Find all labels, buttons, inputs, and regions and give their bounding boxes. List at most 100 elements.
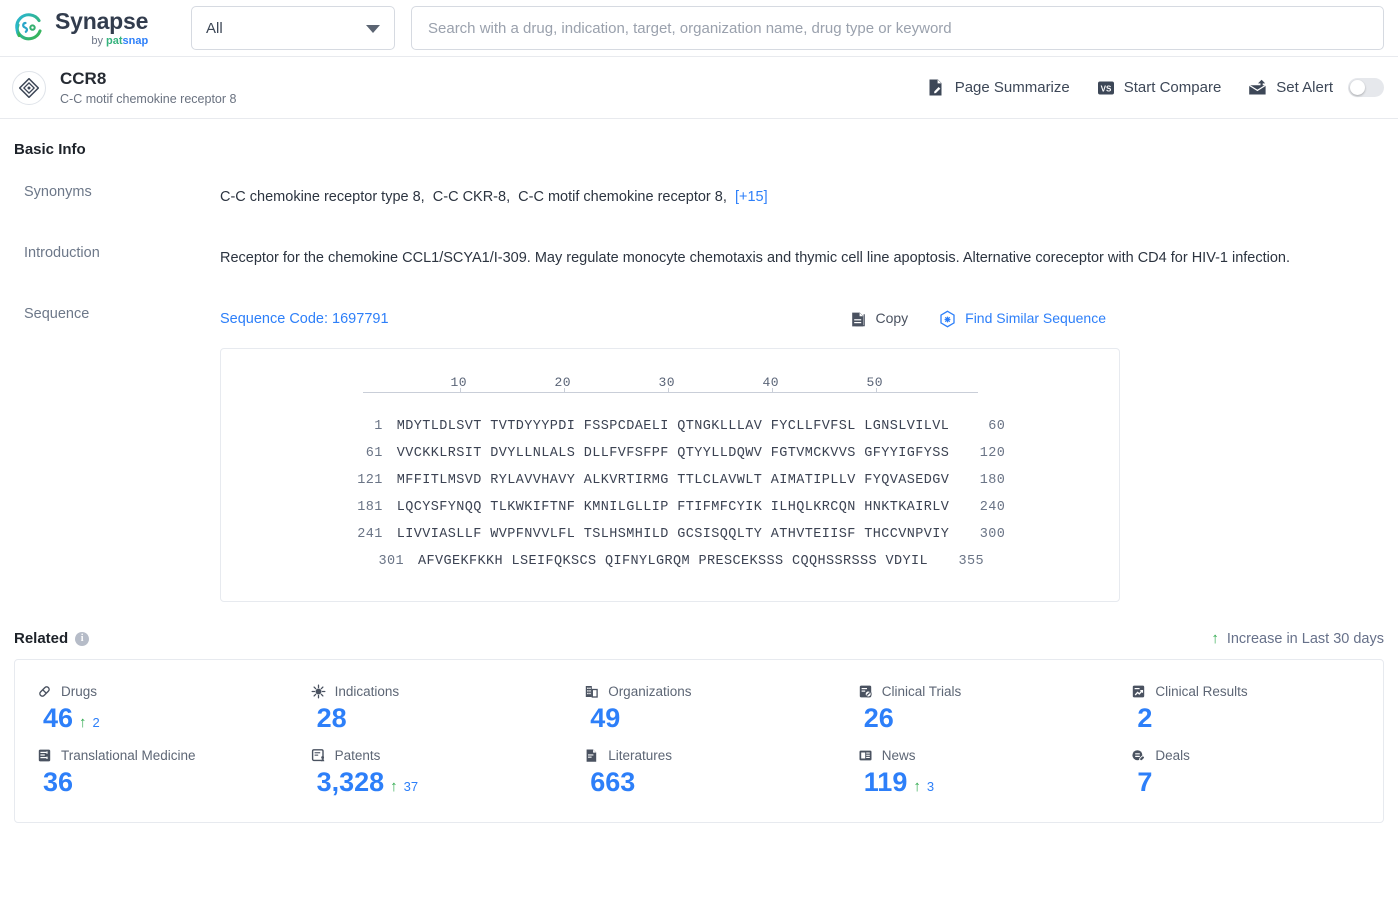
- related-item-news[interactable]: News 119 ↑ 3: [836, 742, 1110, 806]
- copy-button[interactable]: Copy: [850, 306, 908, 332]
- introduction-row: Introduction Receptor for the chemokine …: [14, 245, 1384, 272]
- search-scope-select[interactable]: All: [191, 6, 395, 50]
- related-item-header: Patents: [311, 748, 563, 763]
- entity-description: C-C motif chemokine receptor 8: [60, 92, 237, 107]
- related-card: Drugs 46 ↑ 2 Indications 28 Organization…: [14, 659, 1384, 824]
- related-item-value-wrap: 46 ↑ 2: [37, 703, 289, 734]
- related-item-header: Clinical Results: [1131, 684, 1383, 699]
- related-item-header: Deals: [1131, 748, 1383, 763]
- ruler-numbers: 10 20 30 40 50: [363, 371, 978, 390]
- sequence-end-index: 60: [988, 419, 1006, 435]
- related-item-delta: 3: [926, 779, 935, 795]
- info-icon[interactable]: i: [75, 631, 90, 646]
- related-item-label: Clinical Trials: [881, 684, 962, 700]
- related-item-label: Clinical Results: [1155, 684, 1248, 700]
- svg-text:VS: VS: [1100, 84, 1111, 93]
- synonym-item: C-C chemokine receptor type 8: [220, 189, 421, 205]
- related-item-label: Translational Medicine: [61, 748, 196, 764]
- related-item-organizations[interactable]: Organizations 49: [562, 678, 836, 742]
- related-item-value: 36: [43, 767, 74, 798]
- page-summarize-button[interactable]: Page Summarize: [927, 78, 1070, 97]
- translational-icon: [37, 748, 52, 763]
- related-item-value: 46: [43, 703, 74, 734]
- search-box[interactable]: [411, 6, 1384, 50]
- related-item-delta: 2: [92, 715, 100, 731]
- related-item-translational-medicine[interactable]: Translational Medicine 36: [15, 742, 289, 806]
- related-legend: ↑ Increase in Last 30 days: [1211, 631, 1384, 647]
- arrow-up-icon: ↑: [913, 778, 921, 796]
- related-item-indications[interactable]: Indications 28: [289, 678, 563, 742]
- clinical-result-icon: [1131, 684, 1146, 699]
- sequence-ruler: 10 20 30 40 50: [221, 371, 1119, 394]
- search-input[interactable]: [426, 7, 1369, 49]
- set-alert-button[interactable]: Set Alert: [1248, 78, 1384, 97]
- related-item-header: News: [858, 748, 1110, 763]
- start-compare-label: Start Compare: [1123, 79, 1222, 96]
- sequence-end-index: 180: [979, 473, 1006, 489]
- capsule-icon: [37, 684, 52, 699]
- related-item-label: Indications: [334, 684, 400, 700]
- related-item-label: News: [881, 748, 916, 764]
- brand-logo[interactable]: Synapse by patsnap: [0, 7, 180, 47]
- related-item-clinical-results[interactable]: Clinical Results 2: [1109, 678, 1383, 742]
- related-item-value-wrap: 2: [1131, 703, 1383, 734]
- sequence-residues: VVCKKLRSIT DVYLLNLALS DLLFVFSFPF QTYYLLD…: [396, 446, 950, 462]
- related-item-value-wrap: 49: [584, 703, 836, 734]
- sequence-line: 181 LQCYSFYNQQ TLKWKIFTNF KMNILGLLIP FTI…: [221, 494, 1119, 521]
- related-grid: Drugs 46 ↑ 2 Indications 28 Organization…: [15, 678, 1383, 806]
- sequence-residues: LQCYSFYNQQ TLKWKIFTNF KMNILGLLIP FTIFMFC…: [396, 500, 950, 516]
- sequence-row: Sequence Sequence Code: 1697791 Copy Fin…: [14, 306, 1384, 603]
- copy-icon: [850, 311, 867, 328]
- sequence-residues: MDYTLDLSVT TVTDYYYPDI FSSPCDAELI QTNGKLL…: [396, 419, 950, 435]
- related-item-patents[interactable]: Patents 3,328 ↑ 37: [289, 742, 563, 806]
- related-item-value-wrap: 663: [584, 767, 836, 798]
- alert-mail-icon: [1248, 79, 1267, 96]
- chevron-down-icon: [366, 25, 380, 33]
- page-summarize-icon: [927, 78, 946, 97]
- set-alert-label: Set Alert: [1276, 79, 1333, 96]
- related-item-deals[interactable]: Deals 7: [1109, 742, 1383, 806]
- brand-tagline: by patsnap: [91, 34, 149, 47]
- sequence-start-index: 241: [357, 527, 383, 543]
- target-icon: [12, 70, 46, 105]
- find-similar-sequence-button[interactable]: Find Similar Sequence: [938, 306, 1106, 332]
- related-item-header: Drugs: [37, 684, 289, 699]
- related-item-delta: 37: [403, 779, 419, 795]
- related-item-value: 663: [590, 767, 636, 798]
- related-item-clinical-trials[interactable]: Clinical Trials 26: [836, 678, 1110, 742]
- related-item-value: 49: [590, 703, 621, 734]
- synonym-item: C-C CKR-8: [432, 189, 507, 205]
- main-content: Basic Info Synonyms C-C chemokine recept…: [0, 141, 1398, 824]
- brand-name: Synapse: [55, 7, 149, 34]
- sequence-line: 61 VVCKKLRSIT DVYLLNLALS DLLFVFSFPF QTYY…: [221, 440, 1119, 467]
- related-item-label: Deals: [1155, 748, 1190, 764]
- related-header: Related i ↑ Increase in Last 30 days: [14, 630, 1384, 647]
- start-compare-button[interactable]: VS Start Compare: [1097, 79, 1222, 97]
- sequence-tools: Copy Find Similar Sequence: [850, 306, 1384, 332]
- basic-info-title: Basic Info: [14, 141, 1384, 158]
- sequence-line: 241 LIVVIASLLF WVPFNVVLFL TSLHSMHILD GCS…: [221, 521, 1119, 548]
- sequence-line: 301 AFVGEKFKKH LSEIFQKSCS QIFNYLGRQM PRE…: [221, 548, 1119, 575]
- related-item-label: Organizations: [608, 684, 692, 700]
- deal-icon: [1131, 748, 1146, 763]
- sequence-end-index: 300: [979, 527, 1006, 543]
- ruler-line: [362, 388, 978, 394]
- related-item-literatures[interactable]: Literatures 663: [562, 742, 836, 806]
- arrow-up-icon: ↑: [79, 714, 87, 732]
- set-alert-toggle[interactable]: [1348, 78, 1384, 97]
- related-item-drugs[interactable]: Drugs 46 ↑ 2: [15, 678, 289, 742]
- related-item-value: 119: [863, 767, 908, 798]
- synapse-logo-icon: [12, 11, 46, 45]
- sequence-start-index: 61: [365, 446, 383, 462]
- introduction-value: Receptor for the chemokine CCL1/SCYA1/I-…: [220, 249, 1291, 266]
- related-item-header: Literatures: [584, 748, 836, 763]
- news-icon: [858, 748, 873, 763]
- versus-icon: VS: [1097, 79, 1115, 97]
- related-title-text: Related: [14, 630, 69, 648]
- clinical-trial-icon: [858, 684, 873, 699]
- synonyms-more-link[interactable]: [+15]: [735, 189, 768, 205]
- sequence-code-link[interactable]: Sequence Code: 1697791: [220, 306, 389, 333]
- copy-label: Copy: [875, 310, 909, 327]
- synonyms-label: Synonyms: [24, 184, 92, 200]
- related-item-value-wrap: 3,328 ↑ 37: [311, 767, 563, 798]
